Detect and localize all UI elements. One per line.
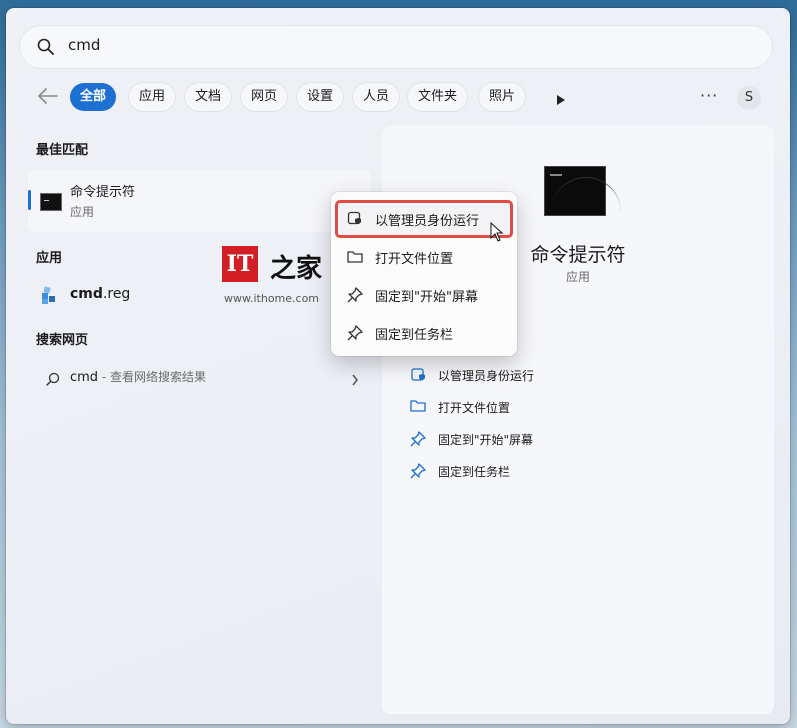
search-icon <box>46 371 60 390</box>
filter-chip-all[interactable]: 全部 <box>70 83 117 111</box>
filter-chip-folders[interactable]: 文件夹 <box>408 83 468 111</box>
watermark: IT 之家 www.ithome.com <box>222 246 332 306</box>
search-input[interactable]: cmd <box>68 36 100 54</box>
web-search-heading: 搜索网页 <box>36 333 89 348</box>
context-menu-open-file-location[interactable]: 打开文件位置 <box>337 240 511 274</box>
registry-file-icon <box>40 285 58 309</box>
best-match-name: 命令提示符 <box>70 185 136 200</box>
web-search-item[interactable]: cmd - 查看网络搜索结果 <box>44 368 359 388</box>
watermark-name: 之家 <box>270 254 323 284</box>
command-prompt-preview-icon <box>544 166 621 216</box>
folder-icon <box>347 249 363 268</box>
pin-icon <box>410 463 426 482</box>
filter-chip-people[interactable]: 人员 <box>353 83 400 111</box>
folder-icon <box>410 399 426 416</box>
back-arrow-icon[interactable] <box>38 88 58 108</box>
filter-chip-web[interactable]: 网页 <box>241 83 288 111</box>
more-options-icon[interactable]: ··· <box>700 86 718 105</box>
search-icon <box>37 38 54 59</box>
watermark-url: www.ithome.com <box>224 292 320 305</box>
filter-chip-photos[interactable]: 照片 <box>479 83 526 111</box>
best-match-type: 应用 <box>70 205 95 219</box>
pin-icon <box>347 287 363 307</box>
chevron-right-icon <box>351 371 359 390</box>
mouse-cursor-icon <box>490 221 504 246</box>
search-box[interactable]: cmd <box>20 26 772 68</box>
pin-icon <box>410 431 426 450</box>
context-menu-run-as-admin[interactable]: 以管理员身份运行 <box>335 200 513 238</box>
user-avatar[interactable]: S <box>737 86 761 110</box>
context-menu: 以管理员身份运行 打开文件位置 固定到"开始"屏幕 固定到任务栏 <box>331 192 517 356</box>
filter-chip-documents[interactable]: 文档 <box>185 83 232 111</box>
apps-heading: 应用 <box>36 251 63 266</box>
command-prompt-icon <box>40 193 62 211</box>
play-icon[interactable] <box>556 91 566 110</box>
best-match-item[interactable]: 命令提示符 应用 <box>28 170 370 232</box>
web-search-query: cmd - 查看网络搜索结果 <box>70 370 207 385</box>
filter-chip-apps[interactable]: 应用 <box>129 83 176 111</box>
best-match-heading: 最佳匹配 <box>36 143 89 158</box>
context-menu-pin-to-start[interactable]: 固定到"开始"屏幕 <box>337 278 511 312</box>
selection-indicator <box>28 190 31 210</box>
pin-icon <box>347 325 363 345</box>
shield-icon <box>347 211 363 231</box>
filter-chip-settings[interactable]: 设置 <box>297 83 344 111</box>
filter-bar: 全部 应用 文档 网页 设置 人员 文件夹 照片 ··· S <box>0 82 797 114</box>
context-menu-pin-to-taskbar[interactable]: 固定到任务栏 <box>337 316 511 350</box>
shield-icon <box>410 367 426 386</box>
app-item-name: cmd.reg <box>70 286 131 302</box>
watermark-logo: IT <box>222 246 258 282</box>
